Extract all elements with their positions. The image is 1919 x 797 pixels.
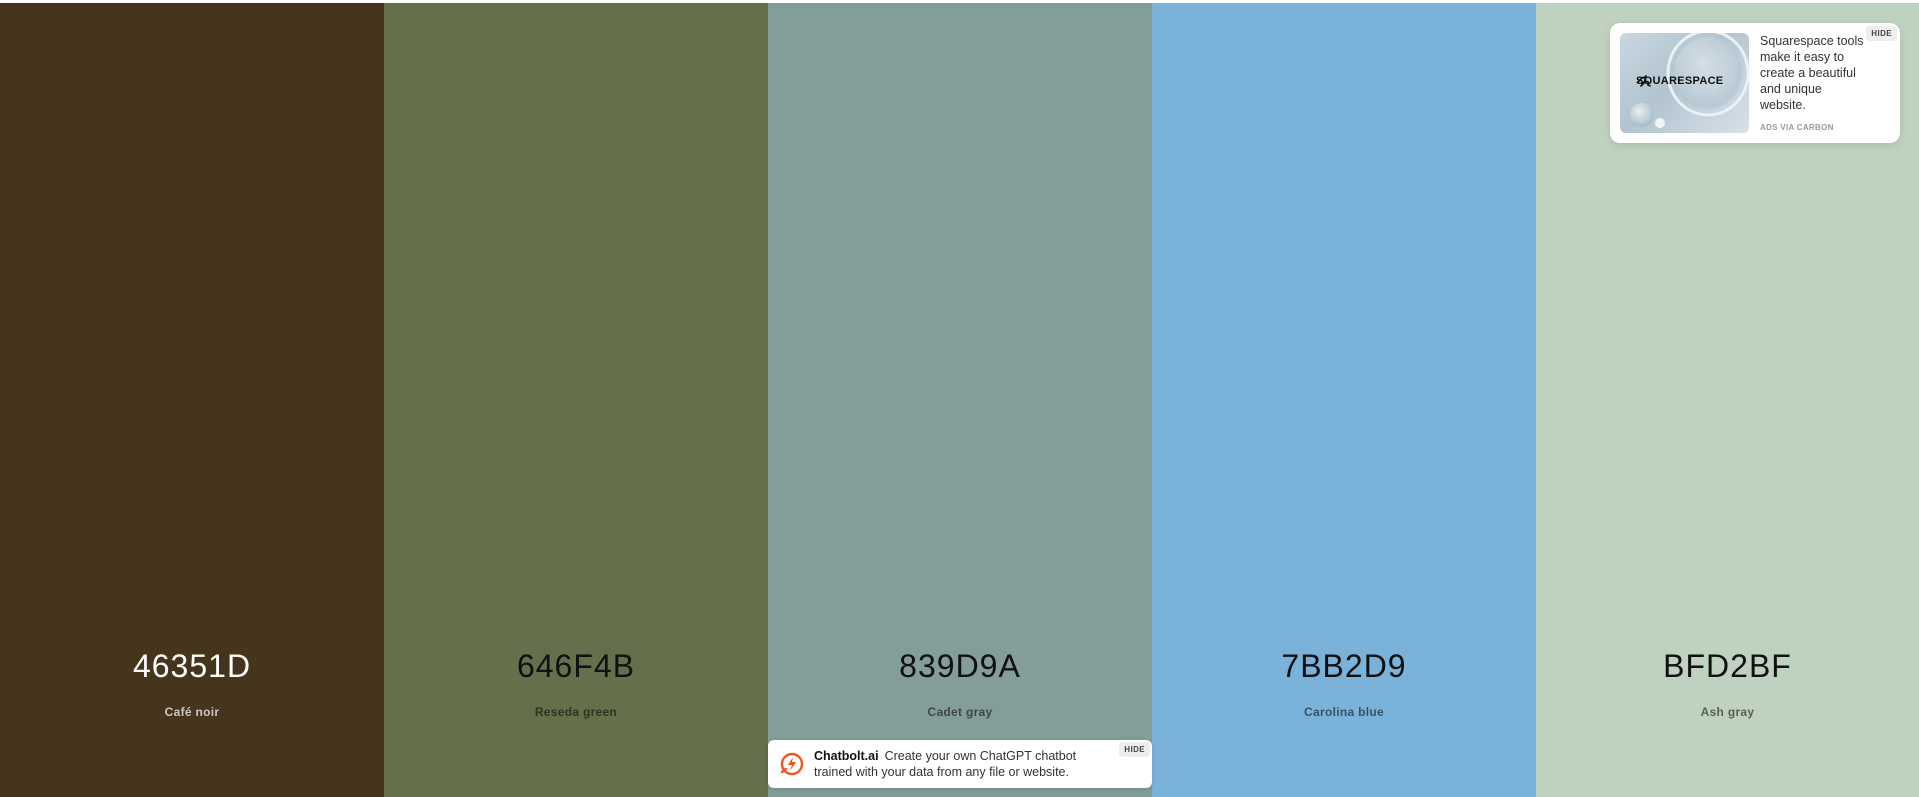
swatch-cadet-gray[interactable]: 839D9A Cadet gray — [768, 3, 1152, 797]
swatch-name: Café noir — [164, 705, 220, 719]
bottom-ad-brand: Chatbolt.ai — [814, 749, 879, 763]
squarespace-icon — [1637, 75, 1650, 87]
ad-image[interactable]: SQUARESPACE — [1620, 33, 1749, 133]
squarespace-logo: SQUARESPACE — [1636, 75, 1723, 87]
bottom-ad-copy[interactable]: Chatbolt.ai Create your own ChatGPT chatb… — [814, 748, 1094, 780]
swatch-carolina-blue[interactable]: 7BB2D9 Carolina blue — [1152, 3, 1536, 797]
hide-bottom-ad-button[interactable]: HIDE — [1119, 742, 1150, 757]
swatch-name: Carolina blue — [1304, 705, 1384, 719]
swatch-name: Reseda green — [534, 705, 618, 719]
swatch-reseda-green[interactable]: 646F4B Reseda green — [384, 3, 768, 797]
ads-via-carbon-link[interactable]: ADS VIA CARBON — [1760, 123, 1834, 132]
swatch-name: Cadet gray — [927, 705, 993, 719]
swatch-hex[interactable]: BFD2BF — [1536, 648, 1919, 685]
swatch-hex[interactable]: 46351D — [0, 648, 384, 685]
swatch-hex[interactable]: 7BB2D9 — [1152, 648, 1536, 685]
carbon-ad[interactable]: SQUARESPACE Squarespace tools make it ea… — [1610, 23, 1900, 143]
ad-text[interactable]: Squarespace tools make it easy to create… — [1760, 33, 1870, 113]
swatch-hex[interactable]: 646F4B — [384, 648, 768, 685]
swatch-hex[interactable]: 839D9A — [768, 648, 1152, 685]
hide-ad-button[interactable]: HIDE — [1866, 26, 1897, 41]
swatch-cafe-noir[interactable]: 46351D Café noir — [0, 3, 384, 797]
swatch-name: Ash gray — [1700, 705, 1755, 719]
bottom-ad-banner[interactable]: Chatbolt.ai Create your own ChatGPT chatb… — [768, 740, 1152, 788]
chatbolt-logo-icon — [780, 752, 804, 776]
